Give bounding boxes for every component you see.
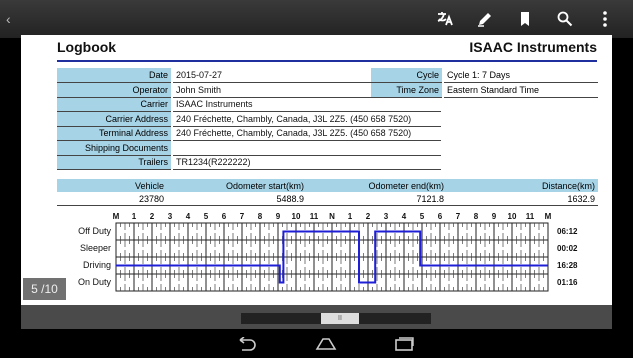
field-value	[172, 140, 441, 156]
field-value: Cycle 1: 7 Days	[443, 68, 598, 83]
back-nav-icon[interactable]	[231, 335, 261, 353]
info-row-cycle: Cycle Cycle 1: 7 Days	[371, 68, 598, 83]
field-value: ISAAC Instruments	[172, 97, 441, 112]
info-row-trailers: Trailers TR1234(R222222)	[57, 155, 441, 170]
field-value: TR1234(R222222)	[172, 155, 441, 170]
info-row-carrier: Carrier ISAAC Instruments	[57, 97, 441, 112]
field-value: 240 Fréchette, Chambly, Canada, J3L 2Z5.…	[172, 111, 441, 127]
odometer-header: Distance(km)	[541, 180, 595, 191]
pdf-toolbar: II	[21, 305, 612, 329]
field-label: Carrier	[57, 97, 173, 112]
odometer-header: Odometer start(km)	[225, 180, 304, 191]
company-name: ISAAC Instruments	[469, 39, 597, 55]
back-chevron-icon[interactable]: ‹	[6, 11, 11, 27]
duty-status-graph: M 1 2 3 4 5 6 7 8 9 10 11 N 1 2 3 4 5 6 7 8 9 10 11 M Off Duty S…	[21, 210, 612, 318]
odometer-value: 5488.9	[276, 193, 304, 204]
odometer-value: 1632.9	[567, 193, 595, 204]
info-row-time-zone: Time Zone Eastern Standard Time	[371, 82, 598, 98]
duty-grid	[115, 222, 549, 292]
overflow-menu-icon[interactable]	[585, 0, 625, 38]
cycle-table: Cycle Cycle 1: 7 Days Time Zone Eastern …	[371, 68, 598, 98]
system-navbar	[0, 329, 633, 358]
field-label: Terminal Address	[57, 126, 173, 141]
header-rule	[57, 60, 597, 62]
action-bar	[425, 0, 625, 38]
field-label: Operator	[57, 82, 173, 98]
app-bar: ‹	[0, 0, 633, 38]
field-label: Time Zone	[371, 82, 444, 98]
document-page: Logbook ISAAC Instruments Date 2015-07-2…	[21, 35, 612, 318]
odometer-header: Odometer end(km)	[368, 180, 444, 191]
recents-nav-icon[interactable]	[389, 335, 419, 353]
field-value: 240 Fréchette, Chambly, Canada, J3L 2Z5.…	[172, 126, 441, 141]
search-icon[interactable]	[545, 0, 585, 38]
info-row-carrier-address: Carrier Address 240 Fréchette, Chambly, …	[57, 111, 441, 127]
home-nav-icon[interactable]	[311, 335, 341, 353]
info-row-shipping-documents: Shipping Documents	[57, 140, 441, 156]
odometer-header: Vehicle	[134, 180, 164, 191]
field-label: Carrier Address	[57, 111, 173, 127]
info-row-terminal-address: Terminal Address 240 Fréchette, Chambly,…	[57, 126, 441, 141]
odometer-table: Vehicle Odometer start(km) Odometer end(…	[57, 179, 598, 206]
page-indicator: 5 /10	[23, 278, 66, 300]
odometer-value-row: 23780 5488.9 7121.8 1632.9	[57, 192, 598, 206]
odometer-value: 23780	[138, 193, 164, 204]
page-scrollbar[interactable]: II	[241, 313, 431, 324]
translate-icon[interactable]	[425, 0, 465, 38]
odometer-value: 7121.8	[416, 193, 444, 204]
field-label: Cycle	[371, 68, 444, 83]
edit-icon[interactable]	[465, 0, 505, 38]
odometer-header-row: Vehicle Odometer start(km) Odometer end(…	[57, 179, 598, 192]
scroll-thumb[interactable]: II	[321, 313, 359, 324]
bookmark-icon[interactable]	[505, 0, 545, 38]
field-label: Shipping Documents	[57, 140, 173, 156]
document-header: Logbook ISAAC Instruments	[57, 39, 597, 62]
document-title: Logbook	[57, 39, 117, 55]
field-label: Date	[57, 68, 173, 83]
field-label: Trailers	[57, 155, 173, 170]
field-value: Eastern Standard Time	[443, 82, 598, 98]
